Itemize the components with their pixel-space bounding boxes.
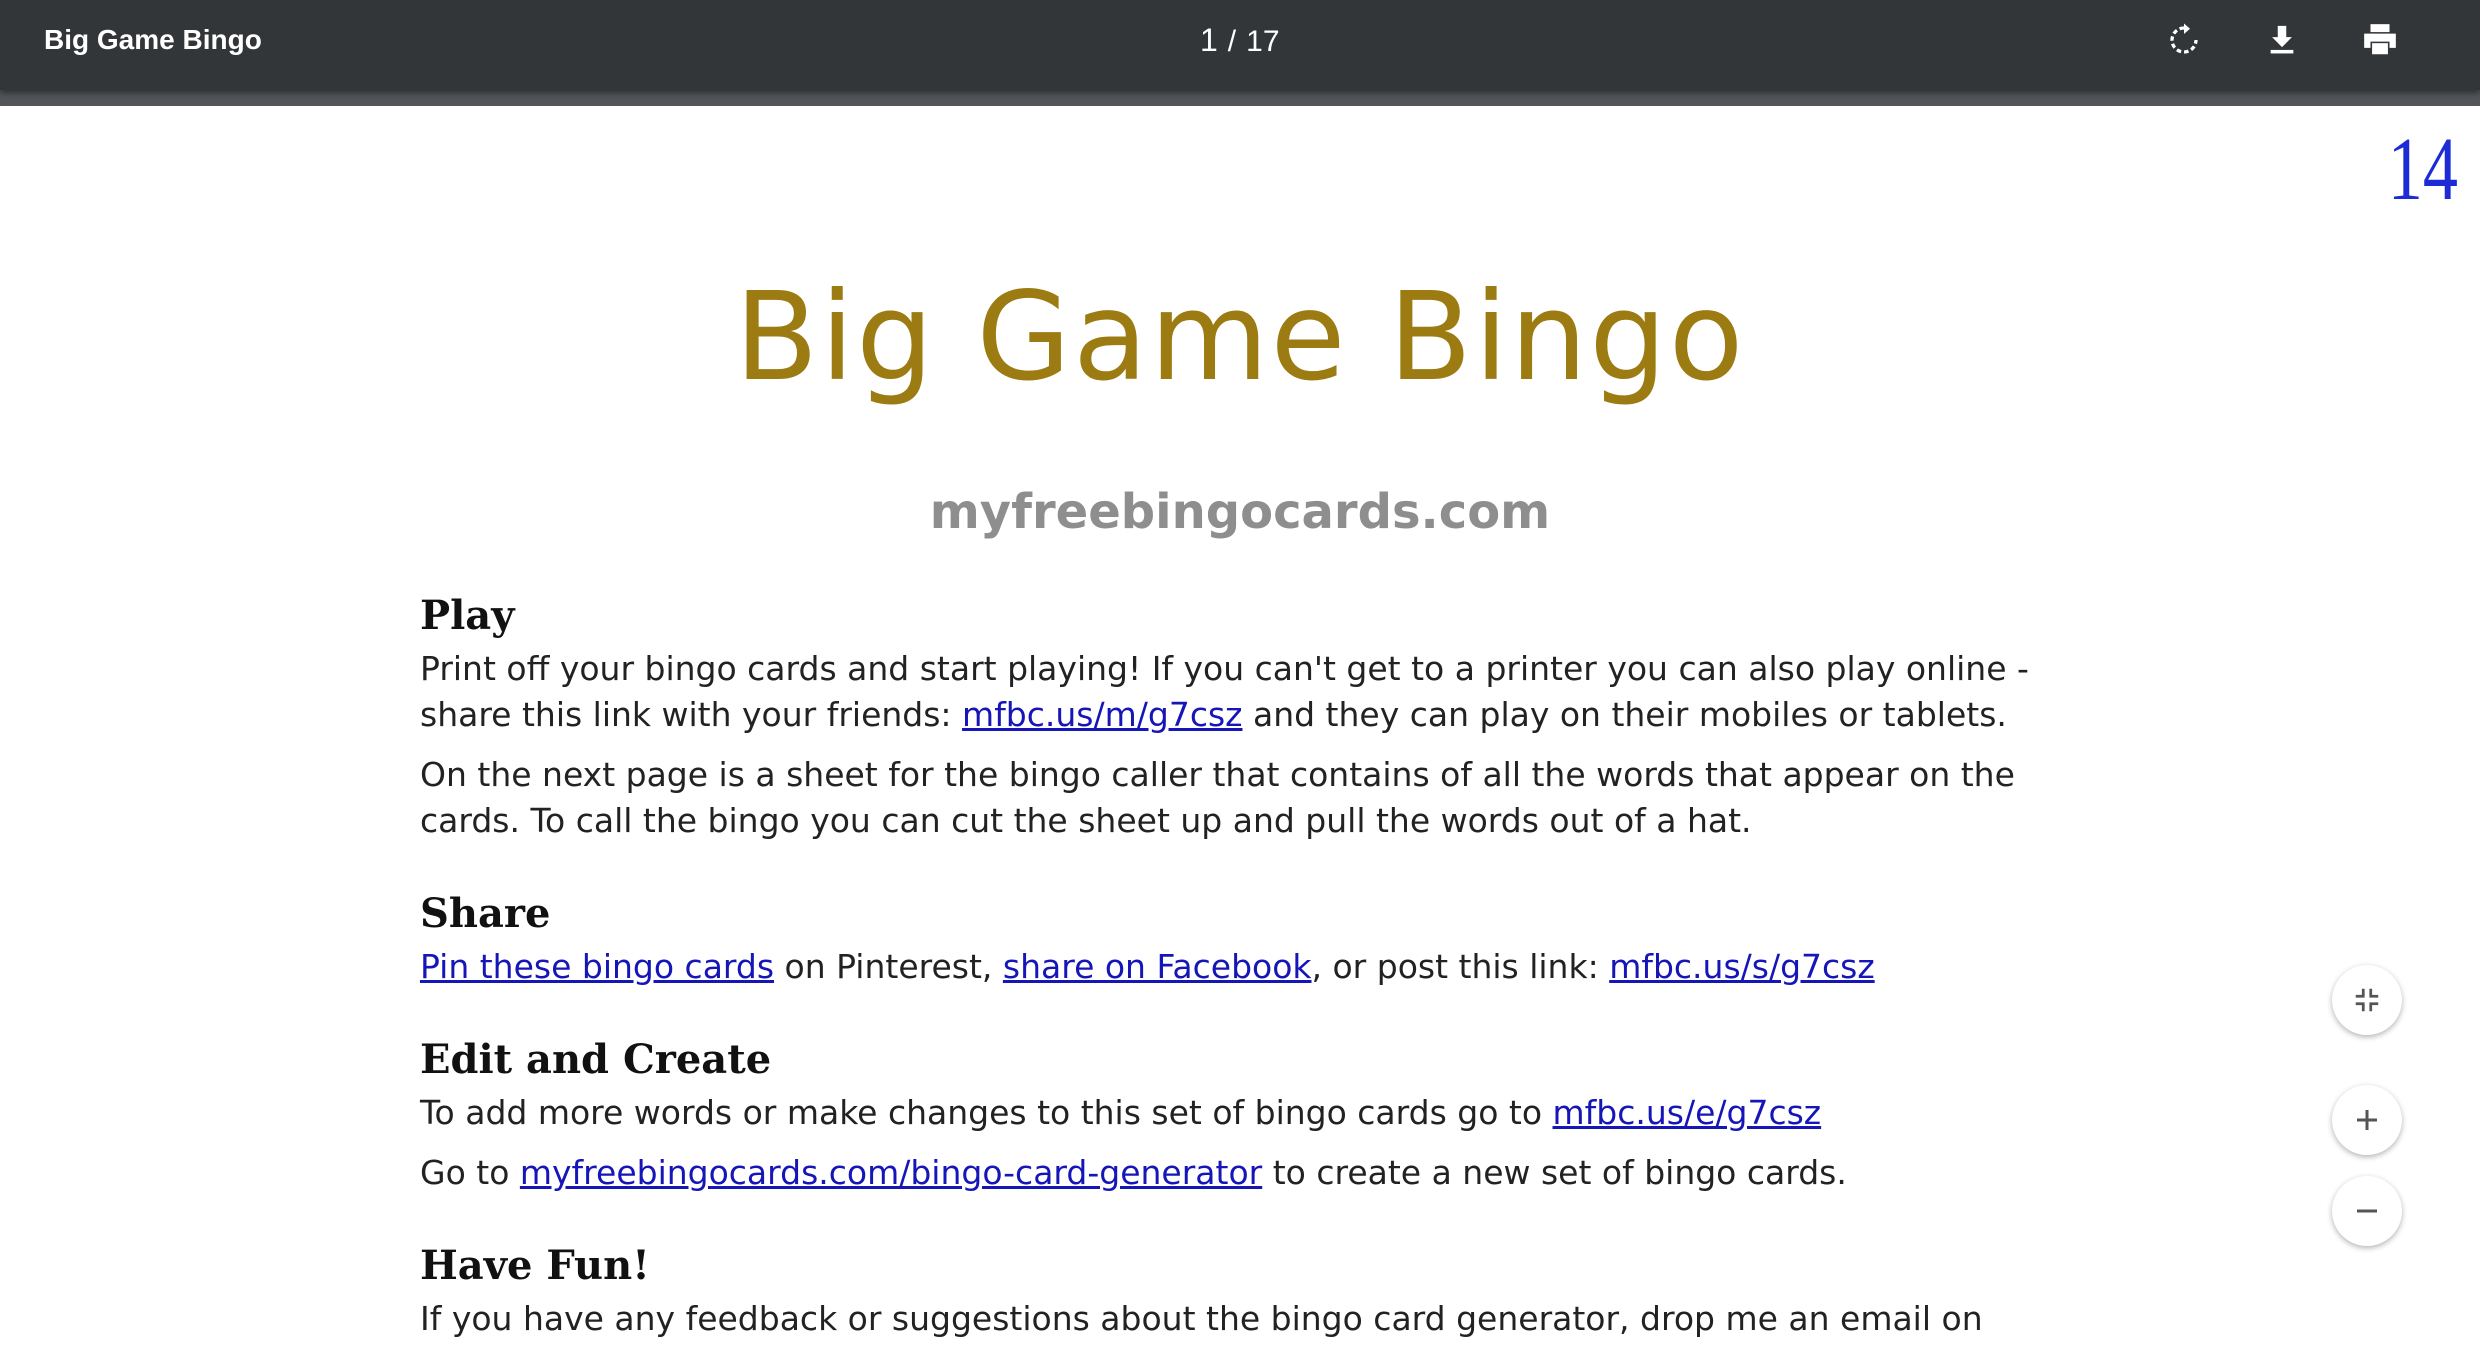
rotate-icon [2170,23,2198,54]
share-paragraph: Pin these bingo cards on Pinterest, shar… [420,947,1875,986]
fit-page-icon [2355,988,2379,1012]
toolbar-shadow-strip [0,90,2480,106]
document-title: Big Game Bingo [44,24,262,55]
fit-page-button[interactable] [2332,965,2402,1035]
download-icon [2270,25,2294,54]
edit-heading: Edit and Create [420,1036,772,1083]
site-name: myfreebingocards.com [929,484,1551,540]
zoom-out-button[interactable] [2332,1176,2402,1246]
edit-link[interactable]: mfbc.us/e/g7csz [1553,1093,1822,1132]
print-button[interactable] [2356,16,2404,64]
zoom-in-icon [2357,1110,2377,1130]
zoom-out-icon [2357,1209,2377,1213]
play-paragraph-1: Print off your bingo cards and start pla… [420,649,2029,734]
play-heading: Play [420,592,515,639]
total-pages: 17 [1246,25,1280,58]
fun-heading: Have Fun! [420,1242,650,1289]
play-paragraph-2: On the next page is a sheet for the bing… [420,755,2015,840]
print-icon [2364,24,2396,55]
pdf-toolbar: Big Game Bingo 1 / 17 [0,0,2480,90]
page-title: Big Game Bingo [734,266,1746,408]
pinterest-link[interactable]: Pin these bingo cards [420,947,774,986]
fun-paragraph: If you have any feedback or suggestions … [420,1299,1983,1338]
rotate-button[interactable] [2160,16,2208,64]
corner-page-number: 14 [2387,120,2458,219]
download-button[interactable] [2258,16,2306,64]
facebook-link[interactable]: share on Facebook [1003,947,1312,986]
instructions-content: Play Print off your bingo cards and star… [420,586,2060,1356]
page-indicator: 1 / 17 [1200,0,1280,80]
current-page-input[interactable]: 1 [1200,22,1218,58]
play-link[interactable]: mfbc.us/m/g7csz [962,695,1242,734]
edit-paragraph-1: To add more words or make changes to thi… [420,1093,1822,1132]
pdf-page: 14 Big Game Bingo myfreebingocards.com P… [0,106,2480,1338]
generator-link[interactable]: myfreebingocards.com/bingo-card-generato… [520,1153,1262,1192]
share-link[interactable]: mfbc.us/s/g7csz [1609,947,1874,986]
page-separator: / [1227,25,1237,58]
share-heading: Share [420,890,551,937]
zoom-in-button[interactable] [2332,1085,2402,1155]
edit-paragraph-2: Go to myfreebingocards.com/bingo-card-ge… [420,1153,1847,1192]
